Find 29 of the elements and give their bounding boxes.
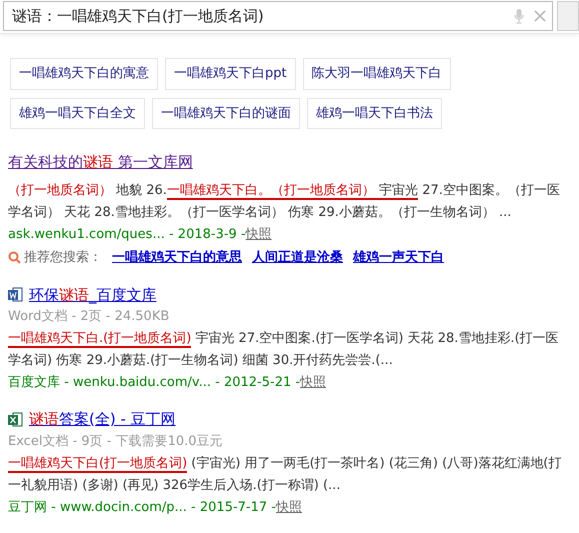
related-search-button[interactable]: 雄鸡一唱天下白全文 [10, 98, 145, 129]
search-icon [8, 251, 21, 264]
result-source: 豆丁网 - www.docin.com/p... - 2015-7-17 - [8, 498, 276, 516]
cache-link[interactable]: 快照 [246, 224, 272, 246]
cache-link[interactable]: 快照 [276, 496, 302, 518]
related-search-button[interactable]: 陈大羽一唱雄鸡天下白 [302, 58, 451, 90]
result-source: ask.wenku1.com/ques... - 2018-3-9 - [8, 226, 246, 244]
related-search-button[interactable]: 雄鸡一唱天下白书法 [307, 98, 442, 129]
result-source: 百度文库 - wenku.baidu.com/v... - 2012-5-21 - [8, 374, 300, 392]
word-document-icon [8, 287, 23, 302]
result-meta: Word文档 - 2页 - 24.50KB [8, 308, 170, 326]
close-icon[interactable] [534, 10, 546, 22]
microphone-icon[interactable] [514, 8, 524, 24]
search-field[interactable]: 谜语：一唱雄鸡天下白(打一地质名词) [3, 1, 553, 31]
result-meta: Excel文档 - 9页 - 下载需要10.0豆元 [8, 432, 224, 450]
recommended-search-link[interactable]: 雄鸡一声天下白 [353, 246, 444, 270]
result-snippet: （打一地质名词） 地貌 26.一唱雄鸡天下白。（打一地质名词） 宇宙光 27.空中图案。（打一医学名词） 天花 28.雪地挂彩。（打一医学名词） 伤寒 29.小蘑菇。（打一生物名词） ... [8, 182, 561, 222]
recommend-label: 推荐您搜索： [24, 248, 102, 266]
related-search-button[interactable]: 一唱雄鸡天下白的寓意 [10, 58, 158, 90]
recommended-search-link[interactable]: 人间正道是沧桑 [252, 246, 343, 270]
cache-link[interactable]: 快照 [300, 372, 326, 394]
related-search-button[interactable]: 一唱雄鸡天下白的谜面 [152, 98, 300, 129]
recommended-search-link[interactable]: 一唱雄鸡天下白的意思 [112, 246, 242, 270]
search-field[interactable]: 谜语：一唱雄鸡天下白(打一地质名词) [10, 4, 514, 28]
result-snippet: 一唱雄鸡天下白.(打一地质名词) 宇宙光 27.空中图案.(打一医学名词) 天花 28.雪地挂彩.(打一医学名词) 伤寒 29.小蘑菇.(打一生物名词) 细菌 30.开付药先尝尝.(... [8, 330, 560, 370]
excel-document-icon [8, 412, 23, 427]
search-button[interactable] [557, 1, 579, 31]
related-search-button[interactable]: 一唱雄鸡天下白ppt [165, 58, 296, 90]
result-snippet: 一唱雄鸡天下白(打一地质名词) (宇宙光) 用了一两毛(打一茶叶名) (花三角) (八哥)落花红满地(打一礼貌用语) (多谢) (再见) 326学生后入场.(打一称谓) (... [8, 454, 562, 494]
